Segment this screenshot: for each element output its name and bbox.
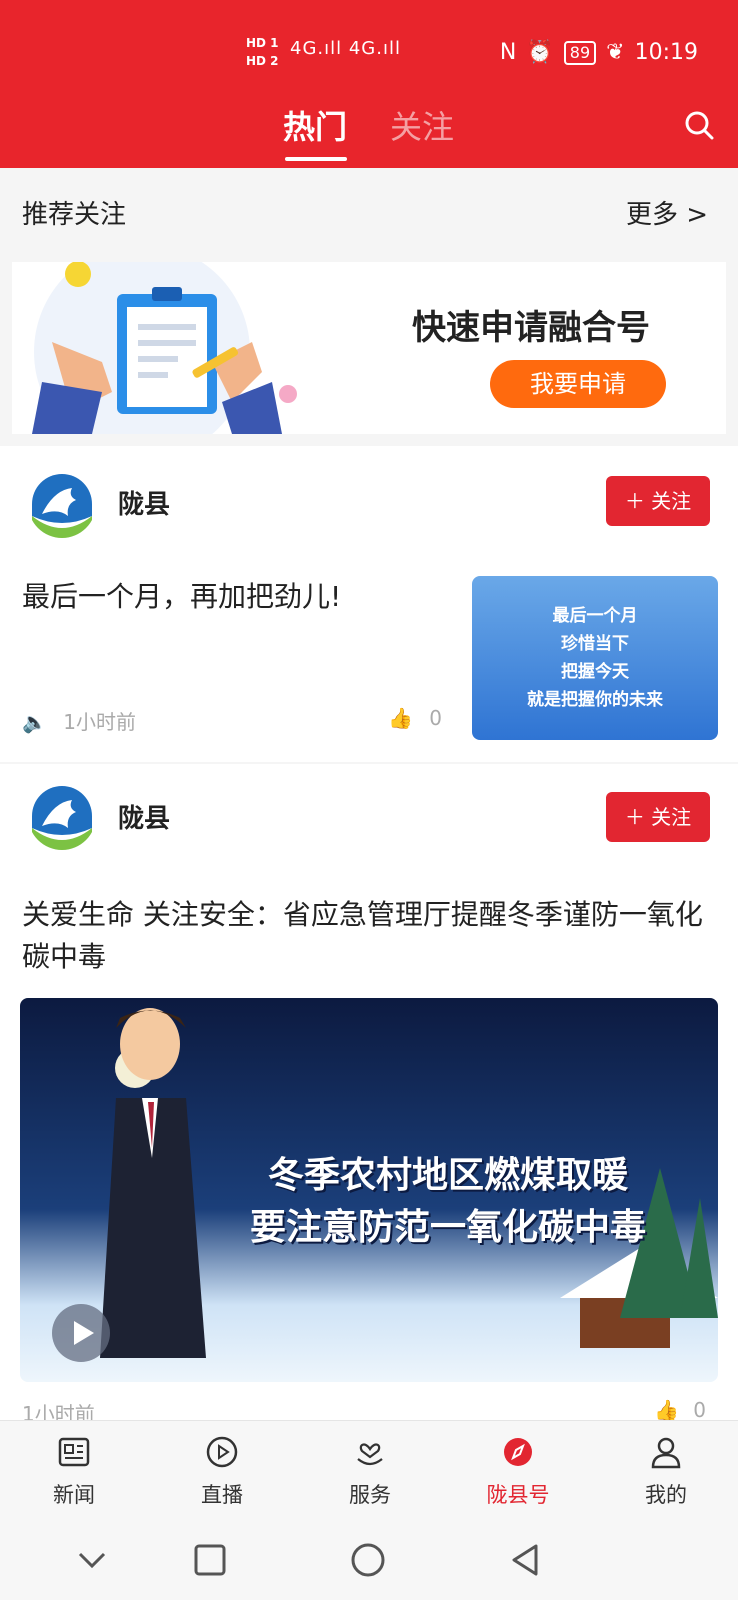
avatar[interactable]: [28, 470, 96, 538]
recommend-title: 推荐关注: [22, 200, 127, 230]
thumb-line: 就是把握你的未来: [527, 690, 663, 710]
service-icon: [357, 1443, 383, 1466]
thumb-line: 把握今天: [561, 662, 629, 682]
thumb-line: 最后一个月: [552, 606, 638, 626]
leaf-icon: ❦: [606, 40, 625, 65]
nav-longxian-hao[interactable]: 陇县号: [444, 1421, 592, 1521]
video-caption: 冬季农村地区燃煤取暖: [267, 1155, 628, 1196]
recommend-more-link[interactable]: 更多 >: [626, 194, 708, 231]
plus-icon: ＋: [624, 489, 645, 513]
play-icon: [206, 1436, 238, 1468]
play-icon: [74, 1321, 94, 1345]
system-nav-bar: [0, 1520, 738, 1600]
search-icon[interactable]: [684, 110, 714, 140]
apply-button[interactable]: 我要申请: [490, 360, 666, 408]
thumb-line: 珍惜当下: [561, 634, 629, 654]
video-thumbnail[interactable]: 冬季农村地区燃煤取暖 要注意防范一氧化碳中毒: [20, 998, 718, 1382]
horse-logo-icon: [28, 470, 96, 538]
plus-icon: ＋: [624, 805, 645, 829]
apply-banner[interactable]: 快速申请融合号 我要申请: [12, 262, 726, 434]
recommend-bar: 推荐关注 更多 >: [0, 168, 738, 256]
app-header: HD 1 HD 2 4G.ıll 4G.ıll N ⏰ 89 ❦ 10:19 热…: [0, 0, 738, 168]
post-time: 1小时前: [63, 710, 136, 734]
chevron-down-icon[interactable]: [74, 1542, 110, 1578]
post-title[interactable]: 最后一个月，再加把劲儿!: [22, 576, 442, 618]
post-card[interactable]: 陇县 ＋ 关注 最后一个月，再加把劲儿! 🔈 1小时前 👍 0 最后一个月 珍惜…: [0, 446, 738, 762]
follow-button[interactable]: ＋ 关注: [606, 476, 710, 526]
post-thumbnail[interactable]: 最后一个月 珍惜当下 把握今天 就是把握你的未来: [472, 576, 718, 740]
battery-icon: 89: [563, 40, 597, 65]
like-control[interactable]: 👍 0: [388, 706, 442, 730]
speaker-icon[interactable]: 🔈: [22, 710, 47, 734]
bottom-nav: 新闻 直播 服务 陇县号 我的: [0, 1420, 738, 1521]
recent-apps-icon[interactable]: [192, 1542, 228, 1578]
back-icon[interactable]: [508, 1542, 544, 1578]
status-time: 10:19: [634, 40, 698, 65]
horse-logo-icon: [28, 782, 96, 850]
post-author[interactable]: 陇县: [118, 798, 170, 835]
nfc-icon: N: [499, 40, 517, 65]
tab-indicator: [285, 157, 347, 161]
avatar[interactable]: [28, 782, 96, 850]
nav-service[interactable]: 服务: [296, 1421, 444, 1521]
status-bar: HD 1 HD 2 4G.ıll 4G.ıll N ⏰ 89 ❦ 10:19: [0, 34, 738, 74]
post-meta: 🔈 1小时前: [22, 706, 136, 735]
like-count: 0: [429, 706, 442, 730]
news-icon: [58, 1437, 90, 1467]
like-count: 0: [693, 1398, 706, 1422]
post-title[interactable]: 关爱生命 关注安全：省应急管理厅提醒冬季谨防一氧化碳中毒: [22, 894, 712, 978]
post-card[interactable]: 陇县 ＋ 关注 关爱生命 关注安全：省应急管理厅提醒冬季谨防一氧化碳中毒 冬季农…: [0, 764, 738, 1426]
hd-indicator: HD 1 HD 2: [246, 36, 279, 68]
top-tabs: 热门 关注: [0, 102, 738, 162]
thumbs-up-icon: 👍: [388, 706, 413, 730]
clipboard-illustration: [32, 262, 297, 434]
tab-hot[interactable]: 热门: [283, 102, 347, 148]
like-control[interactable]: 👍 0: [654, 1398, 706, 1422]
nav-live[interactable]: 直播: [148, 1421, 296, 1521]
alarm-icon: ⏰: [526, 40, 554, 65]
post-author[interactable]: 陇县: [118, 484, 170, 521]
compass-icon: [504, 1438, 532, 1466]
nav-mine[interactable]: 我的: [592, 1421, 738, 1521]
tab-follow[interactable]: 关注: [390, 102, 454, 148]
home-icon[interactable]: [350, 1542, 386, 1578]
signal-icon: 4G.ıll 4G.ıll: [290, 38, 401, 59]
video-caption: 要注意防范一氧化碳中毒: [249, 1207, 646, 1248]
thumbs-up-icon: 👍: [654, 1398, 679, 1422]
play-button[interactable]: [52, 1304, 110, 1362]
follow-button[interactable]: ＋ 关注: [606, 792, 710, 842]
nav-news[interactable]: 新闻: [0, 1421, 148, 1521]
banner-headline: 快速申请融合号: [412, 308, 650, 348]
user-icon: [651, 1437, 681, 1469]
